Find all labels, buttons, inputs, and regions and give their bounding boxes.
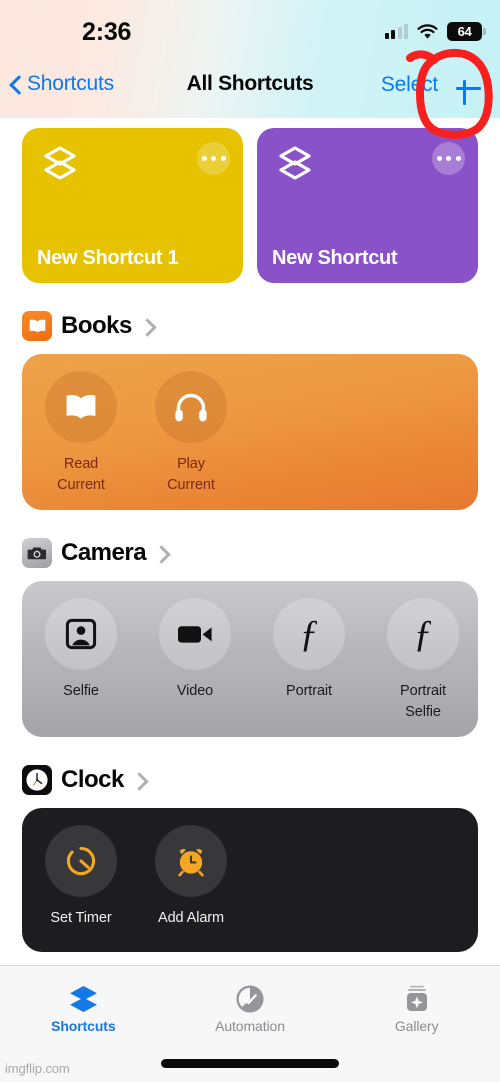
shortcut-more-button[interactable] xyxy=(432,142,465,175)
section-title: Clock xyxy=(61,766,124,794)
action-portrait-selfie[interactable]: ƒ Portrait Selfie xyxy=(384,598,462,723)
f-stop-icon: ƒ xyxy=(273,598,345,671)
video-camera-icon xyxy=(159,598,231,671)
action-label: Portrait xyxy=(286,683,332,700)
automation-check-icon xyxy=(232,983,268,1015)
navigation-bar: Shortcuts All Shortcuts Select xyxy=(0,58,500,118)
tab-gallery[interactable]: Gallery xyxy=(333,966,500,1044)
status-time: 2:36 xyxy=(82,18,132,46)
status-bar: 2:36 64 xyxy=(0,0,500,58)
section-header-clock[interactable]: Clock xyxy=(22,765,478,796)
folder-card-books: Read Current Play Current xyxy=(22,354,478,511)
action-label: Video xyxy=(176,683,214,700)
battery-icon: 64 xyxy=(447,22,486,41)
alarm-clock-icon xyxy=(155,825,227,898)
action-add-alarm[interactable]: Add Alarm xyxy=(152,825,230,929)
section-title: Books xyxy=(61,312,132,339)
folder-card-camera: Selfie Video ƒ Portrait ƒ Portrait Selfi… xyxy=(22,581,478,738)
chevron-right-icon xyxy=(133,772,144,788)
camera-app-icon xyxy=(22,538,52,569)
f-stop-icon: ƒ xyxy=(387,598,459,671)
section-books: Books Read Current Play Current xyxy=(0,311,500,511)
action-selfie[interactable]: Selfie xyxy=(42,598,120,702)
section-clock: Clock Set Timer Add Alarm xyxy=(0,765,500,953)
folder-card-clock: Set Timer Add Alarm xyxy=(22,808,478,953)
clock-app-icon xyxy=(22,765,52,796)
home-indicator xyxy=(161,1059,339,1068)
tab-shortcuts[interactable]: Shortcuts xyxy=(0,966,167,1044)
action-play-current[interactable]: Play Current xyxy=(152,371,230,496)
shortcut-card-label: New Shortcut 1 xyxy=(37,247,179,269)
action-label: Add Alarm xyxy=(158,910,224,927)
chevron-right-icon xyxy=(155,545,166,561)
status-indicators: 64 xyxy=(384,22,486,41)
shortcuts-layers-icon xyxy=(65,983,101,1015)
chevron-right-icon xyxy=(141,318,152,334)
action-video[interactable]: Video xyxy=(156,598,234,702)
section-title: Camera xyxy=(61,539,147,567)
section-header-camera[interactable]: Camera xyxy=(22,538,478,569)
shortcut-more-button[interactable] xyxy=(197,142,230,175)
person-portrait-icon xyxy=(45,598,117,671)
open-book-icon xyxy=(45,371,117,443)
books-app-icon xyxy=(22,311,52,341)
shortcut-card-label: New Shortcut xyxy=(272,247,398,269)
shortcut-card-row: New Shortcut 1 New Shortcut xyxy=(0,118,500,283)
select-button[interactable]: Select xyxy=(381,73,438,97)
action-read-current[interactable]: Read Current xyxy=(42,371,120,496)
action-portrait[interactable]: ƒ Portrait xyxy=(270,598,348,702)
shortcut-card[interactable]: New Shortcut xyxy=(257,128,478,283)
action-label: Set Timer xyxy=(50,910,112,927)
shortcut-card[interactable]: New Shortcut 1 xyxy=(22,128,243,283)
action-label: Read Current xyxy=(57,456,105,494)
tab-automation[interactable]: Automation xyxy=(167,966,334,1044)
action-label: Portrait Selfie xyxy=(400,683,446,721)
wifi-icon xyxy=(417,23,438,40)
shortcuts-layers-icon xyxy=(274,143,316,185)
tab-label: Shortcuts xyxy=(51,1017,116,1034)
cellular-signal-icon xyxy=(384,24,408,39)
section-header-books[interactable]: Books xyxy=(22,311,478,341)
tab-bar: Shortcuts Automation Gallery imgflip.com xyxy=(0,965,500,1082)
shortcuts-layers-icon xyxy=(39,143,81,185)
action-label: Selfie xyxy=(63,683,99,700)
action-label: Play Current xyxy=(167,456,215,494)
headphones-icon xyxy=(155,371,227,443)
battery-percent-label: 64 xyxy=(457,24,472,39)
shortcuts-scroll-content: New Shortcut 1 New Shortcut Books Read C… xyxy=(0,118,500,953)
add-shortcut-button[interactable] xyxy=(452,72,484,105)
timer-icon xyxy=(45,825,117,898)
tab-label: Automation xyxy=(215,1017,285,1034)
section-camera: Camera Selfie Video ƒ Portrait ƒ Portrai… xyxy=(0,538,500,738)
tab-label: Gallery xyxy=(394,1017,439,1034)
gallery-sparkle-icon xyxy=(399,983,435,1015)
watermark-label: imgflip.com xyxy=(5,1061,70,1076)
action-set-timer[interactable]: Set Timer xyxy=(42,825,120,929)
